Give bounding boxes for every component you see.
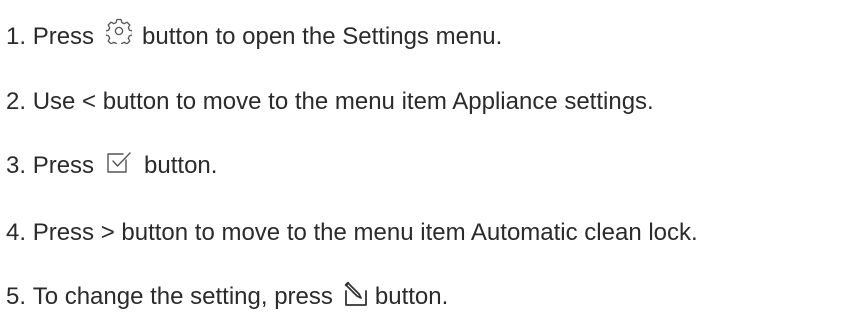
step-text: Use < button to move to the menu item Ap…: [32, 88, 654, 115]
step-number: 5.: [6, 283, 27, 310]
step-number: 4.: [6, 219, 27, 246]
step-2: 2. Use < button to move to the menu item…: [6, 87, 654, 117]
gear-icon: [106, 18, 133, 44]
step-text-before: Press: [32, 23, 95, 50]
step-1: 1. Press button to open the Settings men…: [6, 18, 503, 52]
step-4: 4. Press > button to move to the menu it…: [6, 218, 698, 248]
step-number: 1.: [6, 23, 27, 50]
step-text-before: To change the setting, press: [32, 283, 333, 310]
step-number: 3.: [6, 152, 27, 179]
step-text: Press > button to move to the menu item …: [32, 219, 698, 246]
step-5: 5. To change the setting, press button.: [6, 280, 449, 312]
step-text-after: button to open the Settings menu.: [142, 23, 503, 50]
step-3: 3. Press button.: [6, 151, 217, 181]
step-text-before: Press: [32, 152, 95, 179]
instruction-steps: 1. Press button to open the Settings men…: [0, 0, 856, 318]
checkbox-check-icon: [106, 151, 132, 175]
step-number: 2.: [6, 88, 27, 115]
edit-pencil-icon: [343, 280, 369, 308]
step-text-after: button.: [374, 283, 449, 310]
step-text-after: button.: [144, 152, 218, 179]
